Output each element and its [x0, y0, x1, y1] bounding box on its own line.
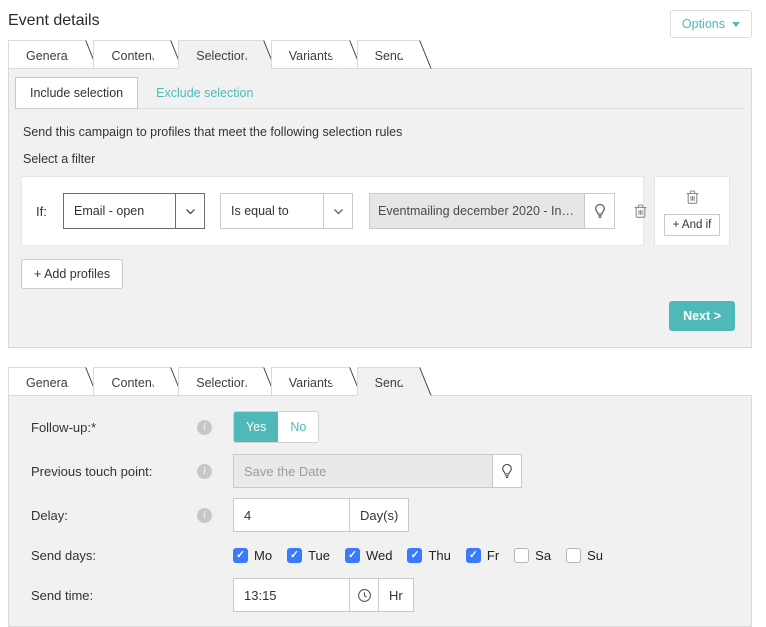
next-row: Next >: [15, 301, 735, 331]
send-time-unit-label: Hr: [378, 578, 414, 612]
day-fr[interactable]: Fr: [466, 548, 499, 563]
send-days-label: Send days:: [15, 548, 197, 563]
checkbox-su[interactable]: [566, 548, 581, 563]
options-button-label: Options: [682, 17, 725, 31]
tab-selection[interactable]: Selection: [178, 40, 251, 69]
follow-up-row: Follow-up:* i Yes No: [15, 410, 745, 444]
lightbulb-icon[interactable]: [492, 454, 522, 488]
day-fr-label: Fr: [487, 548, 499, 563]
send-days-row: Send days: Mo Tue Wed Thu Fr Sa Su: [15, 542, 745, 568]
tab-variants-2[interactable]: Variants: [271, 367, 338, 396]
day-sa[interactable]: Sa: [514, 548, 551, 563]
delay-input[interactable]: [233, 498, 350, 532]
send-time-label: Send time:: [15, 588, 197, 603]
filter-value-input[interactable]: [369, 193, 584, 229]
add-profiles-button[interactable]: + Add profiles: [21, 259, 123, 289]
send-time-row: Send time: Hr: [15, 578, 745, 612]
options-button[interactable]: Options: [670, 10, 752, 38]
tab-variants[interactable]: Variants: [271, 40, 338, 69]
rule-group-actions: + And if: [654, 176, 730, 246]
filter-operator-value: Is equal to: [221, 204, 323, 218]
delay-unit-label: Day(s): [349, 498, 409, 532]
follow-up-no[interactable]: No: [278, 412, 318, 442]
selection-subtabs: Include selection Exclude selection: [15, 77, 745, 109]
info-icon[interactable]: i: [197, 464, 212, 479]
lightbulb-icon[interactable]: [584, 193, 615, 229]
filter-field-select[interactable]: Email - open: [63, 193, 205, 229]
checkbox-sa[interactable]: [514, 548, 529, 563]
next-button[interactable]: Next >: [669, 301, 735, 331]
delay-row: Delay: i Day(s): [15, 498, 745, 532]
checkbox-tue[interactable]: [287, 548, 302, 563]
checkbox-mo[interactable]: [233, 548, 248, 563]
filter-value-group: [369, 193, 615, 229]
day-wed[interactable]: Wed: [345, 548, 393, 563]
tab-general-2[interactable]: General: [8, 367, 74, 396]
checkbox-wed[interactable]: [345, 548, 360, 563]
send-days-group: Mo Tue Wed Thu Fr Sa Su: [233, 548, 618, 563]
send-panel: Follow-up:* i Yes No Previous touch poin…: [8, 395, 752, 627]
filter-operator-select[interactable]: Is equal to: [220, 193, 353, 229]
page-header: Event details Options: [0, 0, 766, 40]
tabs-top: General Content Selection Variants Send: [8, 40, 752, 69]
delete-group-trash-icon[interactable]: [683, 187, 702, 207]
day-mo-label: Mo: [254, 548, 272, 563]
tab-send-2[interactable]: Send: [357, 367, 408, 396]
follow-up-yes[interactable]: Yes: [234, 412, 278, 442]
day-wed-label: Wed: [366, 548, 393, 563]
follow-up-label: Follow-up:*: [15, 420, 197, 435]
send-time-input[interactable]: [233, 578, 350, 612]
filter-rule-row: If: Email - open Is equal to: [21, 176, 644, 246]
previous-touch-point-label: Previous touch point:: [15, 464, 197, 479]
tab-content[interactable]: Content: [93, 40, 159, 69]
if-label: If:: [36, 204, 63, 219]
delete-rule-trash-icon[interactable]: [631, 201, 650, 221]
chevron-down-icon: [323, 194, 352, 228]
follow-up-toggle: Yes No: [233, 411, 319, 443]
day-su[interactable]: Su: [566, 548, 603, 563]
subtab-include-selection[interactable]: Include selection: [15, 77, 138, 109]
chevron-down-icon: [175, 194, 204, 228]
tab-send[interactable]: Send: [357, 40, 408, 69]
day-su-label: Su: [587, 548, 603, 563]
tab-general[interactable]: General: [8, 40, 74, 69]
info-icon[interactable]: i: [197, 508, 212, 523]
select-a-filter-label: Select a filter: [23, 152, 745, 166]
checkbox-thu[interactable]: [407, 548, 422, 563]
day-thu[interactable]: Thu: [407, 548, 450, 563]
tabs-bottom: General Content Selection Variants Send: [8, 367, 752, 396]
tab-selection-2[interactable]: Selection: [178, 367, 251, 396]
info-icon[interactable]: i: [197, 420, 212, 435]
day-tue[interactable]: Tue: [287, 548, 330, 563]
tab-content-2[interactable]: Content: [93, 367, 159, 396]
filter-field-value: Email - open: [64, 204, 175, 218]
day-mo[interactable]: Mo: [233, 548, 272, 563]
clock-icon[interactable]: [349, 578, 379, 612]
day-tue-label: Tue: [308, 548, 330, 563]
caret-down-icon: [732, 22, 740, 27]
selection-description: Send this campaign to profiles that meet…: [23, 125, 745, 139]
subtab-exclude-selection[interactable]: Exclude selection: [138, 78, 271, 108]
and-if-button[interactable]: + And if: [664, 214, 721, 236]
day-sa-label: Sa: [535, 548, 551, 563]
page-title: Event details: [8, 10, 100, 30]
checkbox-fr[interactable]: [466, 548, 481, 563]
previous-touch-point-input[interactable]: [233, 454, 493, 488]
filter-area: If: Email - open Is equal to: [21, 176, 745, 246]
selection-panel: Include selection Exclude selection Send…: [8, 68, 752, 348]
previous-touch-point-row: Previous touch point: i: [15, 454, 745, 488]
day-thu-label: Thu: [428, 548, 450, 563]
delay-label: Delay:: [15, 508, 197, 523]
